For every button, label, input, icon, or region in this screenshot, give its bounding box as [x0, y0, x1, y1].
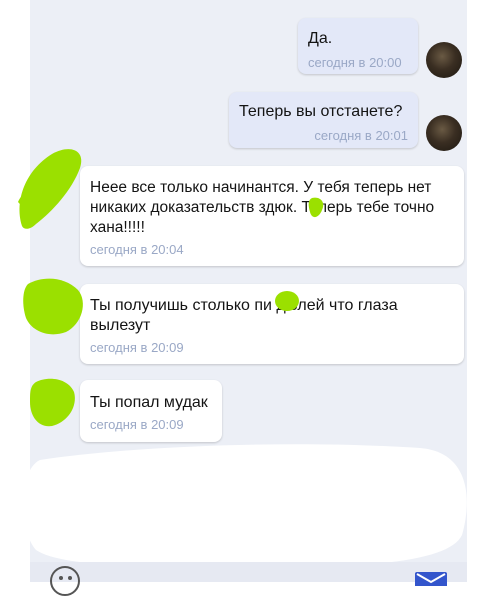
message-input-bar[interactable] — [30, 562, 467, 582]
send-icon[interactable] — [414, 570, 448, 586]
emoji-icon[interactable] — [50, 566, 80, 596]
redaction-blob — [22, 444, 467, 568]
